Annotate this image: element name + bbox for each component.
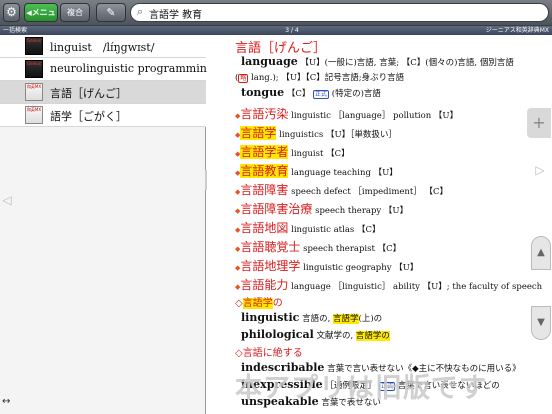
list-item[interactable]: 和英MX 語学［ごがく］ [0, 104, 206, 127]
compound-line[interactable]: ◆言語地図 linguistic atlas 【C】 [235, 219, 380, 236]
sense-line: tongue 【C】 正式 (特定の)言語 [241, 86, 381, 99]
compound-jp: 言語教育 [240, 164, 289, 178]
gear-icon: ⚙ [6, 5, 17, 19]
compound-en: linguistic ［language］ pollution 【U】 [291, 111, 459, 121]
subentry-head: ◇言語に絶する [235, 348, 303, 359]
entry-headword: 言語［げんご］ [235, 41, 327, 56]
compound-line[interactable]: ◆言語障害治療 speech therapy 【U】 [235, 200, 408, 217]
compound-en: language teaching 【U】 [291, 168, 398, 178]
settings-button[interactable]: ⚙ [3, 3, 20, 22]
combo-button[interactable]: 複合 [60, 3, 90, 22]
compound-line[interactable]: ◆言語聴覚士 speech therapist 【C】 [235, 238, 401, 255]
compound-en: speech defect ［impediment］ 【C】 [291, 187, 449, 197]
dictionary-entry: 言語［げんご］ language 【U】(一般に)言語, 言葉; 【C】(個々の… [207, 35, 552, 414]
highlight-text: 言語学 [332, 314, 359, 324]
menu-button[interactable]: ◀メニュー [24, 3, 58, 35]
caret-up-icon: ▲ [537, 247, 545, 258]
highlight-text: 言語学の [355, 331, 390, 341]
compound-jp: 言語学者 [240, 145, 289, 159]
compound-line[interactable]: ◆言語汚染 linguistic ［language］ pollution 【U… [235, 105, 458, 122]
list-item-label: 語学［ごがく］ [50, 110, 127, 123]
compound-jp: 言語障害治療 [240, 202, 313, 216]
handwriting-button[interactable]: ✎ [96, 3, 126, 22]
dictionary-book-icon: 和英MX [25, 83, 43, 101]
label-tag: 正式 [313, 90, 330, 99]
add-bookmark-button[interactable]: + [527, 108, 551, 138]
caret-down-icon: ▼ [537, 317, 545, 328]
list-item-label: neurolinguistic programming [50, 62, 214, 75]
list-item[interactable]: Genius linguist /lɪ́ŋgwɪst/ [0, 35, 206, 58]
compound-jp: 言語聴覚士 [240, 240, 301, 254]
chevron-right-icon[interactable]: ▷ [530, 150, 550, 190]
compound-jp: 言語障害 [240, 183, 289, 197]
compound-line[interactable]: ◆言語能力 language ［linguistic］ ability 【U】;… [235, 276, 542, 293]
compound-jp: 言語地図 [240, 221, 289, 235]
label-tag: 略 [238, 74, 249, 83]
result-list: Genius linguist /lɪ́ŋgwɪst/ Genius neuro… [0, 35, 214, 414]
sense-line: linguistic 言語の, 言語学(上)の [241, 311, 382, 324]
compound-en: linguistics 【U】［単数扱い］ [279, 130, 397, 140]
english-word: linguistic [241, 311, 300, 324]
list-item-label: linguist /lɪ́ŋgwɪst/ [50, 41, 155, 54]
compound-en: linguist 【C】 [291, 149, 350, 159]
scroll-up-button[interactable]: ▲ [531, 236, 551, 270]
compound-line[interactable]: ◆言語学者 linguist 【C】 [235, 143, 350, 160]
sense-line: (略 lang.); 【U】【C】記号言語;身ぶり言語 [235, 73, 405, 83]
compound-en: speech therapy 【U】 [315, 206, 409, 216]
sense-line: language 【U】(一般に)言語, 言葉; 【C】(個々の)言語, 個別言… [241, 55, 514, 68]
dictionary-name: ジーニアス和英辞典MX [485, 27, 549, 34]
toolbar: ⚙ ◀メニュー 複合 ✎ ⌕ [0, 0, 552, 35]
list-item-label: 言語［げんご］ [50, 87, 127, 100]
compound-en: language ［linguistic］ ability 【U】; the f… [291, 282, 543, 292]
sense-text: 【U】(一般に)言語, 言葉; 【C】(個々の)言語, 個別言語 [300, 58, 514, 68]
compound-en: speech therapist 【C】 [303, 244, 402, 254]
subentry-head: ◇言語学の [235, 298, 283, 309]
dictionary-book-icon: Genius [25, 60, 43, 78]
search-box[interactable]: ⌕ [130, 3, 549, 22]
chevron-left-icon[interactable]: ◁ [0, 155, 14, 245]
compound-line[interactable]: ◆言語教育 language teaching 【U】 [235, 162, 398, 179]
sense-text: (特定の)言語 [331, 89, 381, 99]
compound-line[interactable]: ◆言語地理学 linguistic geography 【U】 [235, 257, 418, 274]
english-word: language [241, 55, 298, 68]
compound-jp: 言語汚染 [240, 107, 289, 121]
status-bar: 一括検索 3 / 4 ジーニアス和英辞典MX [0, 26, 552, 35]
compound-jp: 言語学 [240, 126, 277, 140]
sense-text: (上)の [358, 314, 383, 324]
search-icon: ⌕ [137, 5, 144, 18]
list-item[interactable]: Genius neurolinguistic programming [0, 58, 214, 81]
compound-line[interactable]: ◆言語障害 speech defect ［impediment］ 【C】 [235, 181, 448, 198]
compound-en: linguistic atlas 【C】 [291, 225, 381, 235]
scroll-down-button[interactable]: ▼ [531, 306, 551, 340]
english-word: tongue [241, 86, 285, 99]
dictionary-book-icon: 和英MX [25, 106, 43, 124]
search-mode-label: 一括検索 [3, 27, 28, 34]
sense-text: 文献学の, [316, 331, 356, 341]
expand-arrows-icon[interactable]: ↔ [2, 396, 22, 410]
watermark-text: 本アプリは旧版です [235, 373, 487, 404]
plus-icon: + [532, 113, 546, 132]
sense-line: philological 文献学の, 言語学の [241, 328, 390, 341]
dictionary-book-icon: Genius [25, 37, 43, 55]
search-input[interactable] [149, 6, 529, 20]
page-indicator: 3 / 4 [285, 27, 299, 34]
compound-jp: 言語能力 [240, 278, 289, 292]
sense-text: lang.); 【U】【C】記号言語;身ぶり言語 [251, 73, 405, 83]
compound-en: linguistic geography 【U】 [303, 263, 419, 273]
pen-icon: ✎ [106, 6, 116, 19]
grammar-tag: 【C】 [286, 89, 311, 99]
list-item-selected[interactable]: 和英MX 言語［げんご］ [0, 81, 206, 104]
compound-line[interactable]: ◆言語学 linguistics 【U】［単数扱い］ [235, 124, 397, 141]
english-word: philological [241, 328, 314, 341]
sense-text: 言語の, [302, 314, 333, 324]
compound-jp: 言語地理学 [240, 259, 301, 273]
